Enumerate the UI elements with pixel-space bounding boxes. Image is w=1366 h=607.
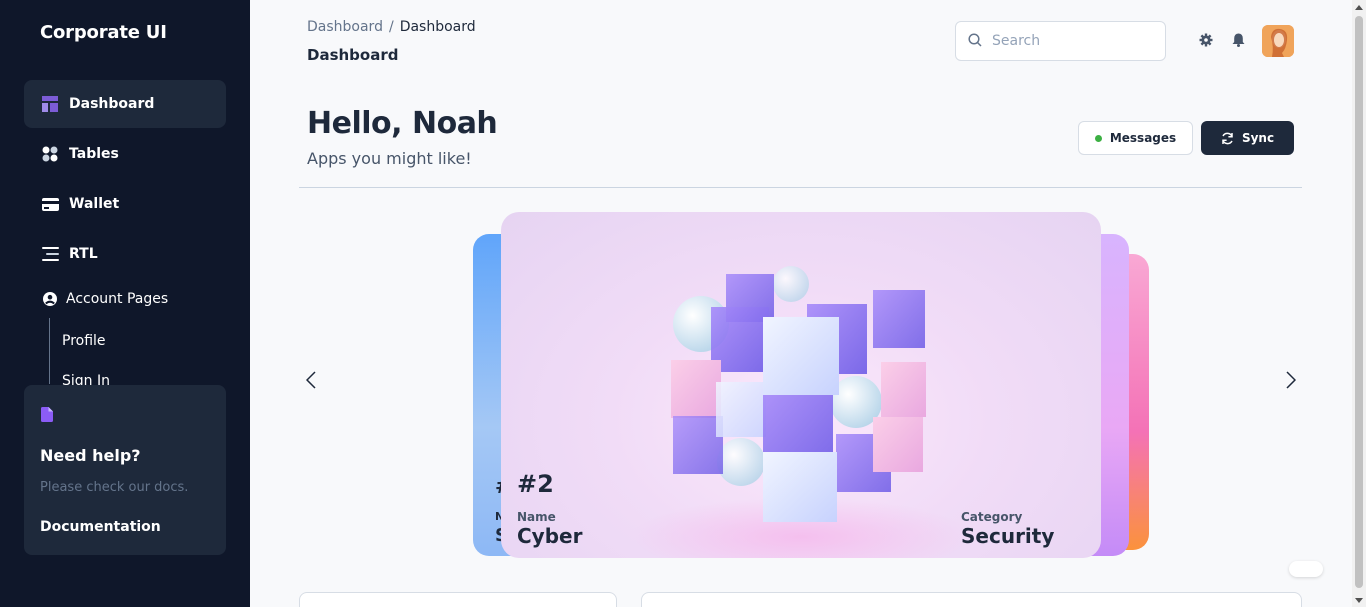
bottom-card-left (299, 592, 617, 607)
messages-button[interactable]: Messages (1078, 121, 1193, 155)
carousel-prev-icon[interactable] (299, 368, 323, 392)
gear-icon[interactable] (1198, 32, 1214, 48)
apps-carousel: # N S (299, 200, 1302, 570)
rtl-icon (41, 245, 59, 263)
sidebar-item-label: RTL (69, 246, 98, 262)
breadcrumb-root[interactable]: Dashboard (307, 19, 383, 35)
search-icon (968, 32, 982, 51)
card-name-label: Name (517, 510, 556, 524)
sidebar-item-label: Wallet (69, 196, 120, 212)
documentation-link[interactable]: Documentation (40, 519, 161, 535)
document-icon (41, 407, 53, 426)
sidebar: Corporate UI Dashboard Tables Wallet RTL… (0, 0, 250, 607)
scroll-down-icon[interactable] (1355, 596, 1363, 604)
card-name-value: Cyber (517, 524, 583, 548)
submenu-guide-line (49, 318, 50, 384)
sidebar-item-label: Dashboard (69, 96, 155, 112)
carousel-card-active[interactable]: #2 Name Cyber Category Security (501, 212, 1101, 558)
carousel-next-icon[interactable] (1279, 368, 1303, 392)
scrollbar-thumb[interactable] (1355, 16, 1363, 588)
breadcrumb: Dashboard / Dashboard (307, 19, 476, 35)
tables-icon (41, 145, 59, 163)
avatar[interactable] (1262, 25, 1294, 57)
card-category-value: Security (961, 524, 1055, 548)
user-circle-icon (43, 292, 57, 306)
help-card: Need help? Please check our docs. Docume… (24, 385, 226, 555)
brand-logo[interactable]: Corporate UI (40, 22, 167, 43)
greeting-heading: Hello, Noah (307, 106, 498, 141)
sidebar-item-dashboard[interactable]: Dashboard (24, 80, 226, 128)
help-title: Need help? (40, 446, 141, 465)
page-title: Dashboard (307, 46, 399, 64)
cube-illustration (631, 266, 971, 558)
card-rank: #2 (517, 470, 554, 498)
bell-icon[interactable] (1230, 32, 1246, 48)
dashboard-icon (41, 95, 59, 113)
sidebar-item-label: Tables (69, 146, 119, 162)
account-pages-header[interactable]: Account Pages (43, 291, 168, 307)
sidebar-item-rtl[interactable]: RTL (24, 230, 226, 278)
header-divider (299, 187, 1302, 188)
search-box[interactable] (955, 21, 1166, 61)
page-scrollbar[interactable] (1352, 0, 1366, 607)
breadcrumb-separator: / (388, 19, 394, 35)
help-subtitle: Please check our docs. (40, 480, 189, 495)
sidebar-item-wallet[interactable]: Wallet (24, 180, 226, 228)
sidebar-item-profile[interactable]: Profile (62, 333, 106, 349)
breadcrumb-current: Dashboard (399, 19, 476, 35)
wallet-icon (41, 195, 59, 213)
sync-button[interactable]: Sync (1201, 121, 1294, 155)
greeting-subtitle: Apps you might like! (307, 149, 472, 168)
scroll-up-icon[interactable] (1355, 3, 1363, 11)
sidebar-item-tables[interactable]: Tables (24, 130, 226, 178)
sidebar-item-sign-in[interactable]: Sign In (62, 373, 110, 385)
card-category-label: Category (961, 510, 1023, 524)
online-status-dot (1094, 134, 1102, 142)
search-input[interactable] (992, 33, 1152, 49)
sync-icon (1221, 132, 1234, 145)
bottom-card-right (641, 592, 1302, 607)
floating-toggle[interactable] (1289, 561, 1323, 577)
